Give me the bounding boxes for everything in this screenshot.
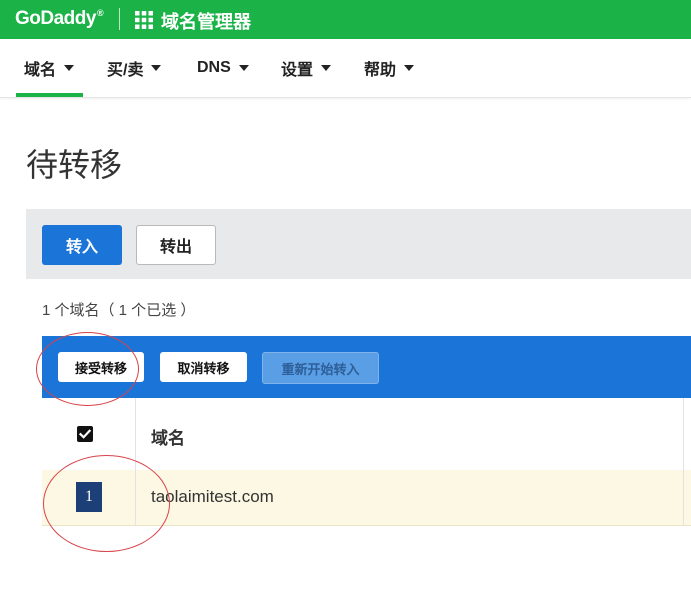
selection-summary: 1 个域名（ 1 个已选 ） <box>42 302 196 319</box>
nav-item-label: 设置 <box>281 62 314 79</box>
app-title[interactable]: 域名管理器 <box>161 8 251 34</box>
row-selected-badge[interactable]: 1 <box>76 482 102 512</box>
table-row[interactable] <box>42 470 691 526</box>
transfer-toolbar <box>26 209 691 279</box>
nav-item-dns[interactable]: DNS <box>197 39 249 97</box>
nav-item-label: 域名 <box>24 62 57 79</box>
godaddy-logo[interactable]: GoDaddy® <box>15 8 104 30</box>
caret-down-icon <box>238 65 249 71</box>
nav-item-label: 买/卖 <box>107 62 144 79</box>
top-brand-bar: GoDaddy® 域名管理器 <box>0 0 691 39</box>
column-header-domain[interactable]: 域名 <box>151 424 185 449</box>
active-tab-indicator <box>16 93 83 97</box>
caret-down-icon <box>321 65 332 71</box>
nav-item-label: 帮助 <box>364 62 397 79</box>
accept-transfer-button[interactable]: 接受转移 <box>58 352 144 382</box>
registered-mark: ® <box>96 8 104 18</box>
transfer-in-button[interactable]: 转入 <box>42 225 122 265</box>
nav-item-help[interactable]: 帮助 <box>364 39 415 97</box>
nav-item-settings[interactable]: 设置 <box>281 39 332 97</box>
nav-item-buy-sell[interactable]: 买/卖 <box>107 39 162 97</box>
page-title: 待转移 <box>26 147 123 183</box>
cancel-transfer-button[interactable]: 取消转移 <box>160 352 247 382</box>
caret-down-icon <box>151 65 162 71</box>
main-nav: 域名 买/卖 DNS 设置 帮助 <box>0 39 691 98</box>
caret-down-icon <box>64 65 75 71</box>
column-divider <box>135 398 136 525</box>
brand-divider <box>119 8 120 30</box>
restart-transfer-button[interactable]: 重新开始转入 <box>262 352 379 384</box>
table-header <box>42 398 691 471</box>
checkbox-checked-icon[interactable] <box>77 426 93 442</box>
domain-name-cell[interactable]: taolaimitest.com <box>151 487 274 507</box>
nav-item-label: DNS <box>197 59 231 76</box>
logo-text: GoDaddy <box>15 8 96 29</box>
caret-down-icon <box>404 65 415 71</box>
transfer-out-button[interactable]: 转出 <box>136 225 216 265</box>
column-divider <box>683 398 684 525</box>
nav-item-domains[interactable]: 域名 <box>24 39 75 97</box>
apps-grid-icon[interactable] <box>135 11 153 29</box>
